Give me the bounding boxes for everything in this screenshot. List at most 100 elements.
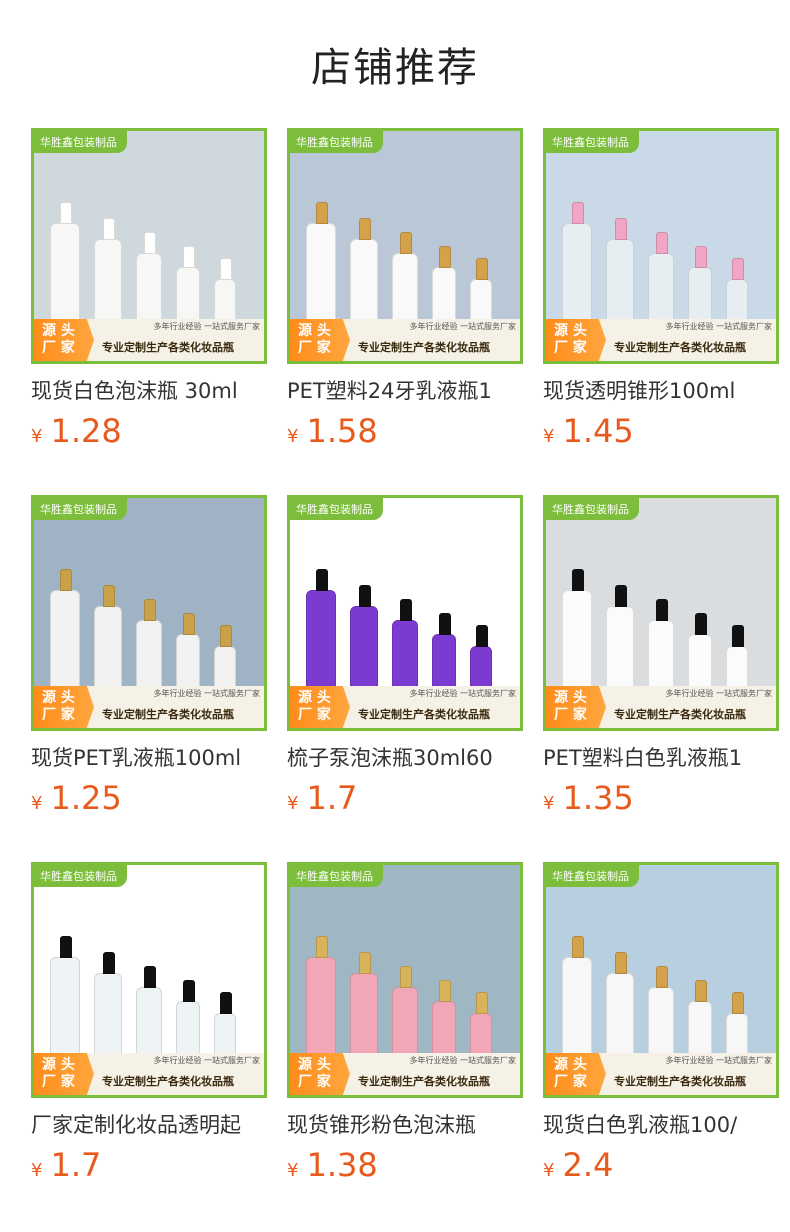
bottle-illustration xyxy=(306,936,336,1057)
product-image[interactable]: 华胜鑫包装制品 多年行业经验 一站式服务厂家源 头厂 家专业定制生产各类化妆品瓶 xyxy=(543,495,779,731)
product-card[interactable]: 华胜鑫包装制品 多年行业经验 一站式服务厂家源 头厂 家专业定制生产各类化妆品瓶 P… xyxy=(543,495,779,826)
source-factory-tag: 源 头厂 家 xyxy=(546,1053,606,1095)
banner-top-text: 多年行业经验 一站式服务厂家 xyxy=(409,689,516,698)
pump-cap-illustration xyxy=(316,569,328,591)
product-photo-scene xyxy=(34,865,264,1057)
product-photo-scene xyxy=(290,498,520,690)
pump-cap-illustration xyxy=(695,613,707,635)
source-factory-tag: 源 头厂 家 xyxy=(34,686,94,728)
product-title[interactable]: 现货PET乳液瓶100ml xyxy=(31,743,267,773)
promo-banner: 多年行业经验 一站式服务厂家源 头厂 家专业定制生产各类化妆品瓶 xyxy=(546,319,776,361)
tag-line-2: 厂 家 xyxy=(42,707,75,723)
pump-cap-illustration xyxy=(60,202,72,224)
tag-line-2: 厂 家 xyxy=(42,1074,75,1090)
pump-cap-illustration xyxy=(103,585,115,607)
banner-slogan: 专业定制生产各类化妆品瓶 xyxy=(102,708,234,721)
tag-line-1: 源 头 xyxy=(42,1057,75,1073)
bottle-illustration xyxy=(432,980,456,1057)
pump-cap-illustration xyxy=(103,952,115,974)
product-image[interactable]: 华胜鑫包装制品 多年行业经验 一站式服务厂家源 头厂 家专业定制生产各类化妆品瓶 xyxy=(287,862,523,1098)
source-factory-tag: 源 头厂 家 xyxy=(546,319,606,361)
bottle-illustration xyxy=(306,202,336,323)
product-price: ¥1.25 xyxy=(31,779,267,817)
product-image[interactable]: 华胜鑫包装制品 多年行业经验 一站式服务厂家源 头厂 家专业定制生产各类化妆品瓶 xyxy=(543,862,779,1098)
product-photo-scene xyxy=(290,865,520,1057)
product-card[interactable]: 华胜鑫包装制品 多年行业经验 一站式服务厂家源 头厂 家专业定制生产各类化妆品瓶现… xyxy=(31,495,267,826)
brand-label: 华胜鑫包装制品 xyxy=(546,865,639,887)
product-title[interactable]: PET塑料白色乳液瓶1 xyxy=(543,743,779,773)
product-card[interactable]: 华胜鑫包装制品 多年行业经验 一站式服务厂家源 头厂 家专业定制生产各类化妆品瓶现… xyxy=(543,128,779,459)
pump-cap-illustration xyxy=(732,625,744,647)
bottle-illustration xyxy=(176,980,200,1057)
bottle-illustration xyxy=(562,569,592,690)
banner-top-text: 多年行业经验 一站式服务厂家 xyxy=(665,689,772,698)
bottle-illustration xyxy=(470,992,492,1057)
product-card[interactable]: 华胜鑫包装制品 多年行业经验 一站式服务厂家源 头厂 家专业定制生产各类化妆品瓶现… xyxy=(31,128,267,459)
product-title[interactable]: 现货白色乳液瓶100/ xyxy=(543,1110,779,1140)
pump-cap-illustration xyxy=(439,613,451,635)
currency-symbol: ¥ xyxy=(31,1160,43,1181)
product-image[interactable]: 华胜鑫包装制品 多年行业经验 一站式服务厂家源 头厂 家专业定制生产各类化妆品瓶 xyxy=(31,128,267,364)
pump-cap-illustration xyxy=(732,992,744,1014)
product-title[interactable]: 现货白色泡沫瓶 30ml xyxy=(31,376,267,406)
product-card[interactable]: 华胜鑫包装制品 多年行业经验 一站式服务厂家源 头厂 家专业定制生产各类化妆品瓶梳… xyxy=(287,495,523,826)
bottle-illustration xyxy=(648,966,674,1057)
product-title[interactable]: 现货锥形粉色泡沫瓶 xyxy=(287,1110,523,1140)
product-photo-scene xyxy=(546,131,776,323)
product-grid: 华胜鑫包装制品 多年行业经验 一站式服务厂家源 头厂 家专业定制生产各类化妆品瓶现… xyxy=(31,128,779,1193)
product-price: ¥2.4 xyxy=(543,1146,779,1184)
product-title[interactable]: PET塑料24牙乳液瓶1 xyxy=(287,376,523,406)
product-image[interactable]: 华胜鑫包装制品 多年行业经验 一站式服务厂家源 头厂 家专业定制生产各类化妆品瓶 xyxy=(31,862,267,1098)
product-image[interactable]: 华胜鑫包装制品 多年行业经验 一站式服务厂家源 头厂 家专业定制生产各类化妆品瓶 xyxy=(287,128,523,364)
product-image[interactable]: 华胜鑫包装制品 多年行业经验 一站式服务厂家源 头厂 家专业定制生产各类化妆品瓶 xyxy=(287,495,523,731)
product-title[interactable]: 现货透明锥形100ml xyxy=(543,376,779,406)
banner-slogan: 专业定制生产各类化妆品瓶 xyxy=(358,1075,490,1088)
bottle-illustration xyxy=(648,232,674,323)
banner-slogan: 专业定制生产各类化妆品瓶 xyxy=(614,341,746,354)
currency-symbol: ¥ xyxy=(31,426,43,447)
bottle-illustration xyxy=(392,966,418,1057)
price-value: 1.35 xyxy=(562,779,634,817)
banner-top-text: 多年行业经验 一站式服务厂家 xyxy=(153,689,260,698)
source-factory-tag: 源 头厂 家 xyxy=(34,319,94,361)
pump-cap-illustration xyxy=(615,585,627,607)
product-card[interactable]: 华胜鑫包装制品 多年行业经验 一站式服务厂家源 头厂 家专业定制生产各类化妆品瓶 P… xyxy=(287,128,523,459)
promo-banner: 多年行业经验 一站式服务厂家 源 头厂 家专业定制生产各类化妆品瓶 xyxy=(34,686,264,728)
product-photo-scene xyxy=(546,865,776,1057)
product-title[interactable]: 厂家定制化妆品透明起 xyxy=(31,1110,267,1140)
source-factory-tag: 源 头厂 家 xyxy=(290,686,350,728)
product-photo-scene xyxy=(34,498,264,690)
product-price: ¥1.35 xyxy=(543,779,779,817)
bottle-illustration xyxy=(306,569,336,690)
tag-line-2: 厂 家 xyxy=(42,340,75,356)
product-title[interactable]: 梳子泵泡沫瓶30ml60 xyxy=(287,743,523,773)
pump-cap-illustration xyxy=(400,966,412,988)
promo-banner: 多年行业经验 一站式服务厂家源 头厂 家专业定制生产各类化妆品瓶 xyxy=(290,686,520,728)
tag-line-1: 源 头 xyxy=(298,1057,331,1073)
product-price: ¥1.28 xyxy=(31,412,267,450)
product-image[interactable]: 华胜鑫包装制品 多年行业经验 一站式服务厂家源 头厂 家专业定制生产各类化妆品瓶 xyxy=(31,495,267,731)
pump-cap-illustration xyxy=(439,246,451,268)
product-photo-scene xyxy=(34,131,264,323)
bottle-illustration xyxy=(726,625,748,690)
pump-cap-illustration xyxy=(656,966,668,988)
brand-label: 华胜鑫包装制品 xyxy=(290,131,383,153)
product-card[interactable]: 华胜鑫包装制品 多年行业经验 一站式服务厂家源 头厂 家专业定制生产各类化妆品瓶现… xyxy=(543,862,779,1193)
product-image[interactable]: 华胜鑫包装制品 多年行业经验 一站式服务厂家源 头厂 家专业定制生产各类化妆品瓶 xyxy=(543,128,779,364)
pump-cap-illustration xyxy=(220,258,232,280)
source-factory-tag: 源 头厂 家 xyxy=(34,1053,94,1095)
tag-line-2: 厂 家 xyxy=(298,340,331,356)
product-card[interactable]: 华胜鑫包装制品 多年行业经验 一站式服务厂家源 头厂 家专业定制生产各类化妆品瓶现… xyxy=(287,862,523,1193)
bottle-illustration xyxy=(432,613,456,690)
pump-cap-illustration xyxy=(183,246,195,268)
product-price: ¥1.45 xyxy=(543,412,779,450)
bottle-illustration xyxy=(470,625,492,690)
tag-line-2: 厂 家 xyxy=(554,340,587,356)
product-photo-scene xyxy=(546,498,776,690)
promo-banner: 多年行业经验 一站式服务厂家源 头厂 家专业定制生产各类化妆品瓶 xyxy=(546,686,776,728)
tag-line-1: 源 头 xyxy=(554,1057,587,1073)
product-card[interactable]: 华胜鑫包装制品 多年行业经验 一站式服务厂家源 头厂 家专业定制生产各类化妆品瓶厂… xyxy=(31,862,267,1193)
bottle-illustration xyxy=(50,202,80,323)
bottle-illustration xyxy=(214,992,236,1057)
pump-cap-illustration xyxy=(476,258,488,280)
